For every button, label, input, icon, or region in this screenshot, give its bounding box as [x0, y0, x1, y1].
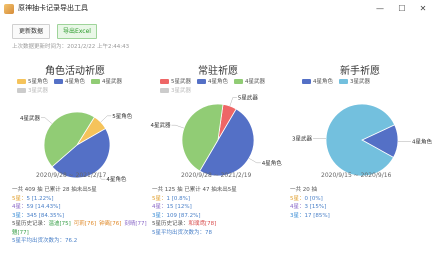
beginner-wish-card: 新手祈愿 4星角色 3星武器 4星角色 3星武器 [290, 52, 432, 177]
rarity-count: 1 [166, 195, 171, 202]
total-text: 一共 409 抽 已累计 28 抽未出5星 [12, 187, 97, 193]
rarity-percent: [87.2%] [178, 212, 201, 219]
rarity-count: 0 [304, 195, 309, 202]
rarity-count: 17 [304, 212, 312, 219]
rarity-count: 59 [26, 204, 34, 210]
five-star-history: 5星历史记录：温迪[75] 可莉[76] 钟离[76] 刻晴[77] 魈[77] [12, 220, 152, 237]
date-range: 2020/9/15 ~ 2020/9/16 [321, 172, 392, 179]
standard-wish-card: 常驻祈愿 5星武器 4星角色 4星武器3星武器 5星武器 4星角色 4星武器 [148, 52, 288, 177]
label-leader-line [100, 115, 112, 123]
history-item: 可莉[76] [73, 221, 97, 227]
last-update-text: 上次数据更新时间为：2021/2/22 上午2:44:43 [12, 44, 130, 50]
five-star-history: 5星历史记录：和璞鸢[78] [152, 220, 292, 229]
date-range: 2020/9/28 ~ 2021/2/19 [181, 172, 252, 179]
rarity-label: 3星： [152, 212, 167, 219]
total-text: 一共 20 抽 [290, 187, 317, 193]
rarity-label: 5星： [152, 195, 167, 202]
pie-chart: 5星角色 4星角色 4星武器 [20, 111, 133, 183]
rarity-percent: [85%] [313, 212, 330, 219]
average-text: 5星平均出货次数为：78 [152, 229, 212, 236]
total-text: 一共 125 抽 已累计 47 抽未出5星 [152, 187, 237, 193]
rarity-row: 4星：15 [12%] [152, 203, 292, 212]
slice-label: 4星武器 [20, 114, 40, 122]
rarity-row: 3星：345 [84.35%] [12, 212, 152, 221]
rarity-label: 4星： [12, 204, 27, 210]
pie-chart: 4星角色 3星武器 [292, 103, 432, 177]
maximize-button[interactable]: ☐ [392, 0, 412, 18]
close-button[interactable]: ✕ [413, 0, 433, 18]
rarity-percent: [84.35%] [38, 212, 65, 219]
rarity-percent: [0%] [309, 195, 323, 202]
rarity-count: 5 [26, 195, 31, 202]
window-title: 原神抽卡记录导出工具 [18, 4, 88, 12]
rarity-percent: [15%] [309, 204, 327, 210]
rarity-row: 3星：17 [85%] [290, 212, 430, 221]
rarity-label: 3星： [290, 212, 305, 219]
rarity-label: 4星： [290, 204, 305, 210]
history-item: 刻晴[77] [124, 221, 147, 227]
stats-panel: 一共 409 抽 已累计 28 抽未出5星 5星：5 [1.22%] 4星：59 [… [12, 186, 152, 246]
slice-label: 4星角色 [262, 159, 282, 167]
history-label: 5星历史记录： [12, 221, 49, 227]
rarity-label: 4星： [152, 204, 167, 210]
title-bar: 原神抽卡记录导出工具 — ☐ ✕ [0, 0, 434, 18]
rarity-label: 5星： [290, 195, 305, 202]
rarity-percent: [14.43%] [35, 204, 61, 210]
history-item: 温迪[75] [48, 221, 71, 227]
character-event-wish-card: 角色活动祈愿 5星角色 4星角色 4星武器3星武器 5星角色 4星角色 4星武器 [5, 52, 145, 183]
slice-label: 5星角色 [112, 112, 132, 120]
history-item: 魈[77] [12, 229, 29, 236]
rarity-count: 3 [304, 204, 309, 210]
stats-panel: 一共 125 抽 已累计 47 抽未出5星 5星：1 [0.8%] 4星：15 [1… [152, 186, 292, 237]
rarity-percent: [0.8%] [171, 195, 191, 202]
label-leader-line [248, 158, 261, 164]
rarity-label: 3星： [12, 212, 27, 219]
rarity-percent: [1.22%] [31, 195, 54, 202]
history-label: 5星历史记录： [152, 221, 189, 227]
average-text: 5星平均出货次数为：76.2 [12, 238, 78, 244]
history-item: 和璞鸢[78] [188, 221, 217, 227]
slice-label: 5星武器 [238, 94, 258, 102]
minimize-button[interactable]: — [370, 0, 390, 18]
slice-label: 4星角色 [412, 138, 432, 146]
rarity-count: 345 [26, 212, 38, 219]
date-range: 2020/9/28 ~ 2021/2/17 [36, 172, 107, 179]
rarity-row: 5星：1 [0.8%] [152, 195, 292, 204]
update-data-button[interactable]: 更新数据 [12, 24, 50, 39]
slice-label: 4星角色 [106, 175, 126, 183]
app-icon [4, 4, 14, 14]
rarity-percent: [12%] [175, 204, 192, 210]
label-leader-line [41, 117, 53, 124]
slice-label: 3星武器 [292, 134, 312, 142]
slice-label: 4星武器 [151, 121, 171, 129]
rarity-row: 4星：59 [14.43%] [12, 203, 152, 212]
stats-panel: 一共 20 抽 5星：0 [0%] 4星：3 [15%] 3星：17 [85%] [290, 186, 430, 220]
rarity-row: 4星：3 [15%] [290, 203, 430, 212]
rarity-count: 109 [166, 212, 178, 219]
export-excel-button[interactable]: 导出Excel [57, 24, 97, 39]
pie-chart: 5星武器 4星角色 4星武器 [151, 94, 282, 177]
history-item: 钟离[76] [99, 221, 122, 227]
label-leader-line [229, 97, 237, 107]
rarity-row: 5星：5 [1.22%] [12, 195, 152, 204]
rarity-row: 3星：109 [87.2%] [152, 212, 292, 221]
rarity-label: 5星： [12, 195, 27, 202]
rarity-row: 5星：0 [0%] [290, 195, 430, 204]
label-leader-line [171, 124, 185, 129]
rarity-count: 15 [166, 204, 174, 210]
